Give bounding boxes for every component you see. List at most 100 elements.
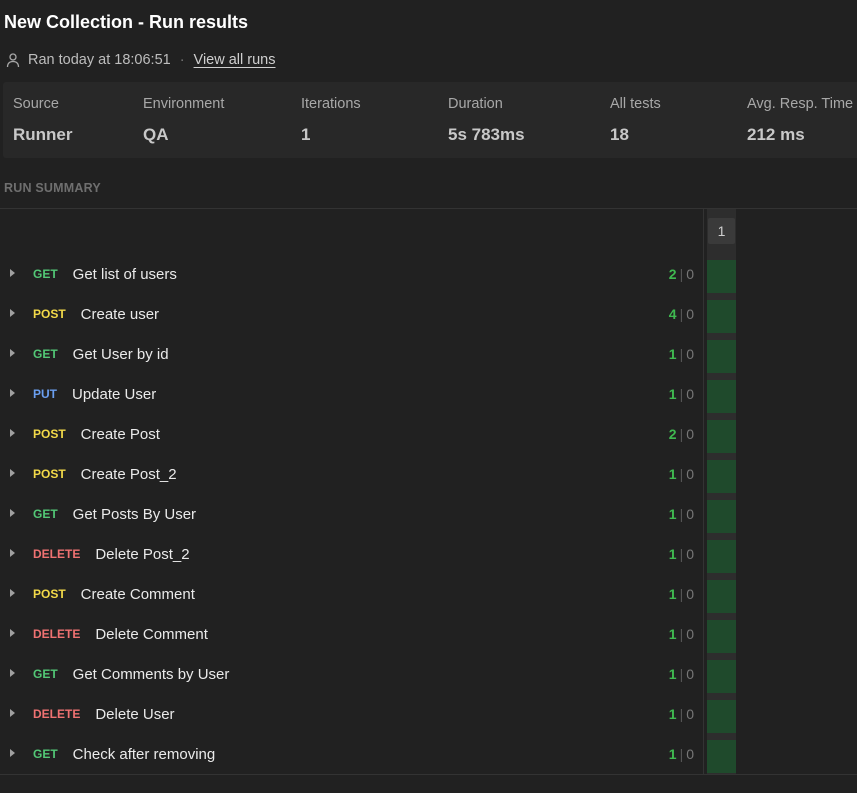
- count-separator: |: [679, 586, 684, 602]
- http-method-badge: POST: [33, 427, 66, 441]
- request-label: GET Get User by id: [33, 334, 169, 374]
- passed-count: 1: [668, 466, 677, 482]
- request-list: GET Get list of users 2 | 0 POST Create user 4 |…: [0, 254, 857, 774]
- test-counts: 1 | 0: [669, 694, 694, 734]
- iteration-result-cell[interactable]: [707, 580, 736, 613]
- request-name: Update User: [72, 385, 157, 403]
- iteration-result-cell[interactable]: [707, 620, 736, 653]
- stat-label: Duration: [448, 96, 503, 112]
- http-method-badge: DELETE: [33, 627, 81, 641]
- count-separator: |: [679, 666, 684, 682]
- count-separator: |: [679, 466, 684, 482]
- expand-caret-icon[interactable]: [10, 429, 15, 437]
- iteration-result-cell[interactable]: [707, 380, 736, 413]
- request-label: GET Get Posts By User: [33, 494, 196, 534]
- request-row[interactable]: DELETE Delete User 1 | 0: [0, 694, 857, 734]
- count-separator: |: [679, 626, 684, 642]
- passed-count: 1: [668, 386, 677, 402]
- stat-label: Environment: [143, 96, 225, 112]
- expand-caret-icon[interactable]: [10, 349, 15, 357]
- failed-count: 0: [686, 586, 694, 602]
- expand-caret-icon[interactable]: [10, 709, 15, 717]
- request-name: Get list of users: [72, 265, 177, 283]
- count-separator: |: [679, 506, 684, 522]
- passed-count: 1: [668, 666, 677, 682]
- request-row[interactable]: POST Create Post 2 | 0: [0, 414, 857, 454]
- iteration-result-cell[interactable]: [707, 700, 736, 733]
- http-method-badge: GET: [33, 507, 58, 521]
- test-counts: 1 | 0: [669, 614, 694, 654]
- expand-caret-icon[interactable]: [10, 549, 15, 557]
- iteration-result-cell[interactable]: [707, 460, 736, 493]
- http-method-badge: POST: [33, 467, 66, 481]
- passed-count: 1: [668, 346, 677, 362]
- request-row[interactable]: PUT Update User 1 | 0: [0, 374, 857, 414]
- http-method-badge: POST: [33, 587, 66, 601]
- test-counts: 2 | 0: [669, 254, 694, 294]
- expand-caret-icon[interactable]: [10, 469, 15, 477]
- meta-separator: ·: [179, 52, 185, 68]
- request-row[interactable]: GET Get User by id 1 | 0: [0, 334, 857, 374]
- request-row[interactable]: DELETE Delete Comment 1 | 0: [0, 614, 857, 654]
- ran-time-text: Ran today at 18:06:51: [28, 52, 171, 68]
- iteration-result-cell[interactable]: [707, 540, 736, 573]
- iteration-result-cell[interactable]: [707, 660, 736, 693]
- iteration-result-cell[interactable]: [707, 260, 736, 293]
- view-all-runs-link[interactable]: View all runs: [194, 52, 276, 68]
- iteration-result-cell[interactable]: [707, 740, 736, 773]
- expand-caret-icon[interactable]: [10, 309, 15, 317]
- stat-value: Runner: [13, 125, 73, 144]
- passed-count: 4: [668, 306, 677, 322]
- request-name: Get User by id: [72, 345, 169, 363]
- iteration-header[interactable]: 1: [708, 218, 735, 244]
- user-icon: [6, 53, 20, 68]
- expand-caret-icon[interactable]: [10, 389, 15, 397]
- request-row[interactable]: GET Check after removing 1 | 0: [0, 734, 857, 774]
- request-label: POST Create Comment: [33, 574, 195, 614]
- expand-caret-icon[interactable]: [10, 669, 15, 677]
- passed-count: 1: [668, 626, 677, 642]
- stat-label: All tests: [610, 96, 661, 112]
- request-row[interactable]: POST Create Post_2 1 | 0: [0, 454, 857, 494]
- run-stats-panel: Source Runner Environment QA Iterations …: [3, 82, 857, 158]
- http-method-badge: DELETE: [33, 547, 81, 561]
- request-row[interactable]: GET Get Posts By User 1 | 0: [0, 494, 857, 534]
- request-name: Create user: [80, 305, 160, 323]
- request-row[interactable]: POST Create Comment 1 | 0: [0, 574, 857, 614]
- request-label: DELETE Delete User: [33, 694, 175, 734]
- test-counts: 4 | 0: [669, 294, 694, 334]
- iteration-result-cell[interactable]: [707, 340, 736, 373]
- failed-count: 0: [686, 426, 694, 442]
- request-name: Create Comment: [80, 585, 195, 603]
- iteration-result-cell[interactable]: [707, 420, 736, 453]
- passed-count: 1: [668, 506, 677, 522]
- stat-label: Source: [13, 96, 59, 112]
- iteration-result-cell[interactable]: [707, 500, 736, 533]
- divider: [0, 774, 857, 775]
- http-method-badge: POST: [33, 307, 66, 321]
- iteration-result-cell[interactable]: [707, 300, 736, 333]
- passed-count: 1: [668, 706, 677, 722]
- request-name: Delete Comment: [95, 625, 208, 643]
- failed-count: 0: [686, 546, 694, 562]
- count-separator: |: [679, 266, 684, 282]
- stat-value: QA: [143, 125, 169, 144]
- request-row[interactable]: GET Get Comments by User 1 | 0: [0, 654, 857, 694]
- request-name: Delete Post_2: [95, 545, 190, 563]
- stat-value: 5s 783ms: [448, 125, 525, 144]
- expand-caret-icon[interactable]: [10, 589, 15, 597]
- page-title: New Collection - Run results: [4, 12, 249, 32]
- request-row[interactable]: POST Create user 4 | 0: [0, 294, 857, 334]
- passed-count: 2: [668, 426, 677, 442]
- request-row[interactable]: DELETE Delete Post_2 1 | 0: [0, 534, 857, 574]
- test-counts: 1 | 0: [669, 734, 694, 774]
- failed-count: 0: [686, 666, 694, 682]
- expand-caret-icon[interactable]: [10, 749, 15, 757]
- request-row[interactable]: GET Get list of users 2 | 0: [0, 254, 857, 294]
- passed-count: 1: [668, 546, 677, 562]
- expand-caret-icon[interactable]: [10, 509, 15, 517]
- run-summary-heading: RUN SUMMARY: [4, 181, 101, 195]
- expand-caret-icon[interactable]: [10, 269, 15, 277]
- test-counts: 1 | 0: [669, 494, 694, 534]
- expand-caret-icon[interactable]: [10, 629, 15, 637]
